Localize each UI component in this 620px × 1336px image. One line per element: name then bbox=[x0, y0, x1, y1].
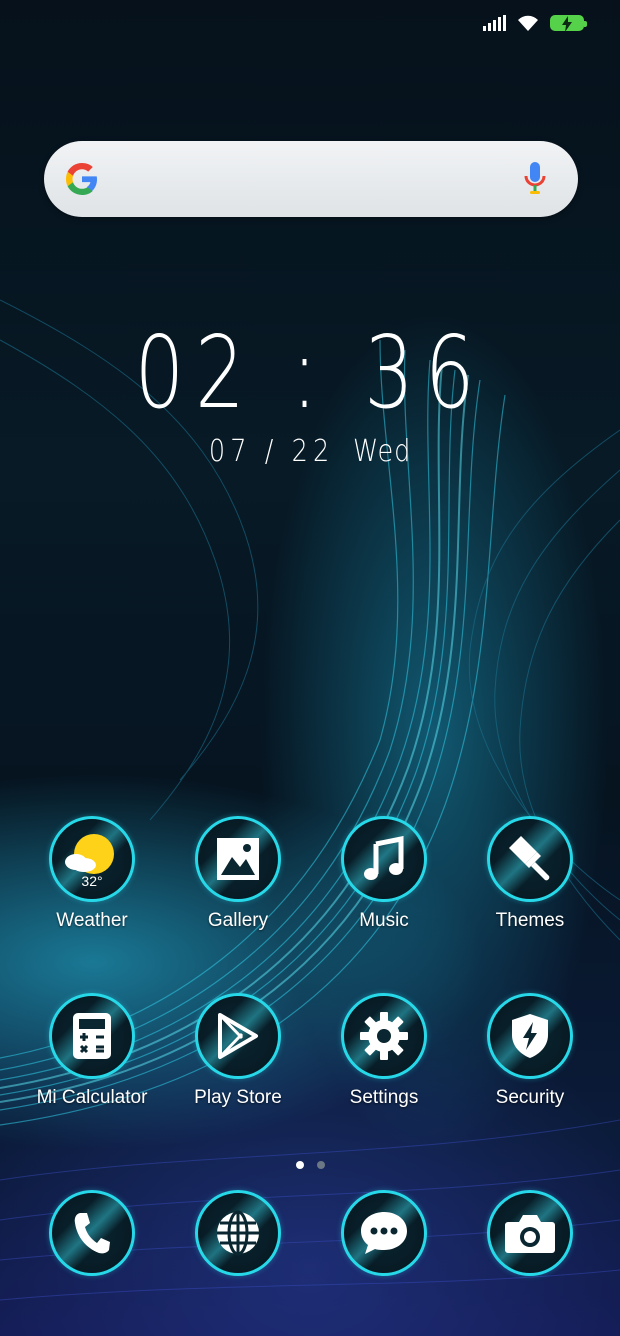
app-gallery[interactable]: Gallery bbox=[165, 816, 311, 932]
app-themes[interactable]: Themes bbox=[457, 816, 603, 932]
dock-browser[interactable] bbox=[165, 1190, 311, 1276]
app-label: Mi Calculator bbox=[36, 1087, 148, 1108]
microphone-icon[interactable] bbox=[524, 162, 546, 196]
dock-messaging[interactable] bbox=[311, 1190, 457, 1276]
signal-bars-icon bbox=[483, 15, 506, 31]
clock-time: 02 : 36 bbox=[134, 314, 486, 431]
gear-icon bbox=[341, 993, 427, 1079]
camera-icon bbox=[487, 1190, 573, 1276]
weather-temperature: 32° bbox=[81, 873, 103, 889]
app-label: Play Store bbox=[194, 1087, 282, 1108]
app-label: Weather bbox=[56, 910, 128, 931]
app-play-store[interactable]: Play Store bbox=[165, 993, 311, 1109]
app-label: Themes bbox=[495, 910, 565, 931]
weather-sun-icon: 32° bbox=[49, 816, 135, 902]
weekday-text: Wed bbox=[352, 434, 412, 469]
date-text: 07 / 22 bbox=[208, 434, 335, 469]
app-music[interactable]: Music bbox=[311, 816, 457, 932]
messaging-bubble-icon bbox=[341, 1190, 427, 1276]
app-label: Security bbox=[495, 1087, 565, 1108]
paintbrush-icon bbox=[487, 816, 573, 902]
browser-globe-icon bbox=[195, 1190, 281, 1276]
app-settings[interactable]: Settings bbox=[311, 993, 457, 1109]
google-g-icon bbox=[66, 163, 97, 195]
phone-icon bbox=[49, 1190, 135, 1276]
page-dot-active[interactable] bbox=[295, 1161, 304, 1169]
page-indicator[interactable] bbox=[0, 1161, 620, 1169]
google-search-bar[interactable] bbox=[44, 141, 578, 217]
dock-camera[interactable] bbox=[457, 1190, 603, 1276]
music-note-icon bbox=[341, 816, 427, 902]
wifi-icon bbox=[518, 15, 538, 31]
page-dot[interactable] bbox=[316, 1161, 325, 1169]
gallery-image-icon bbox=[195, 816, 281, 902]
battery-charging-icon bbox=[550, 15, 587, 32]
app-label: Gallery bbox=[207, 910, 269, 931]
play-store-icon bbox=[195, 993, 281, 1079]
calculator-icon bbox=[49, 993, 135, 1079]
app-security[interactable]: Security bbox=[457, 993, 603, 1109]
clock-widget[interactable]: 02 : 36 07 / 22 Wed bbox=[0, 318, 620, 470]
status-bar bbox=[483, 14, 587, 32]
app-label: Settings bbox=[349, 1087, 419, 1108]
shield-bolt-icon bbox=[487, 993, 573, 1079]
clock-date: 07 / 22 Wed bbox=[47, 434, 574, 470]
home-screen: 02 : 36 07 / 22 Wed 32° Weather Gallery bbox=[0, 0, 620, 1336]
dock-phone[interactable] bbox=[19, 1190, 165, 1276]
app-weather[interactable]: 32° Weather bbox=[19, 816, 165, 932]
app-label: Music bbox=[359, 910, 409, 931]
app-mi-calculator[interactable]: Mi Calculator bbox=[19, 993, 165, 1109]
